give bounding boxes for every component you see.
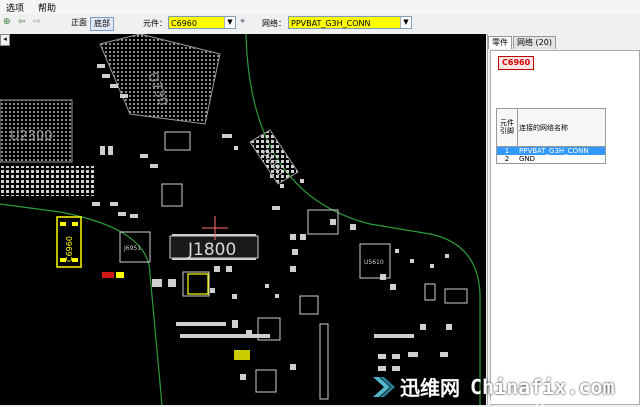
component-value: C6960 (171, 19, 197, 28)
pad-strip (180, 334, 270, 338)
label-j1800: J1800 (187, 240, 236, 260)
menu-bar: 选项 帮助 (0, 0, 640, 14)
bottom-side-button[interactable]: 底部 (90, 17, 114, 31)
tab-nets[interactable]: 网络 (20) (513, 36, 556, 49)
board-view: U2300 J1800 C6960 J6951 U5610 U3000 D730 (0, 34, 481, 405)
net-combo[interactable]: PPVBAT_G3H_CONN ▼ (288, 16, 412, 29)
pin-table-header: 元件引脚 连接的网络名称 (497, 109, 605, 147)
back-arrow-icon[interactable]: ⇦ (18, 17, 26, 27)
menu-help[interactable]: 帮助 (38, 1, 56, 14)
net-name: GND (519, 155, 536, 163)
pin-number: 2 (504, 155, 510, 163)
pin-number: 1 (504, 147, 510, 155)
component-combo[interactable]: C6960 ▼ (168, 16, 236, 29)
toolbar: ⊕ ⇦ ⇨ 正面 底部 元件： C6960 ▼ ⌖ 网络： PPVBAT_G3H… (0, 14, 640, 35)
zoom-fit-icon[interactable]: ⊕ (3, 17, 11, 27)
chevron-down-icon[interactable]: ▼ (400, 17, 411, 28)
label-u5610: U5610 (364, 259, 384, 266)
bga-pads (0, 166, 95, 196)
label-u2300: U2300 (10, 129, 53, 144)
highlighted-net-part-2[interactable] (234, 350, 250, 360)
parts-page: C6960 元件引脚 连接的网络名称 1 PPVBAT_G3H_CONN 2 G… (490, 50, 640, 405)
connector-vertical[interactable] (319, 323, 329, 400)
label-j6951: J6951 (123, 245, 141, 252)
watermark: 迅维网 Chinafix.com www.bjjdwx.com (370, 368, 640, 407)
yellow-marker (116, 272, 124, 278)
forward-arrow-icon[interactable]: ⇨ (33, 17, 41, 27)
table-row[interactable]: 2 GND (497, 155, 605, 163)
locate-icon[interactable]: ⌖ (240, 17, 245, 27)
canvas-scroll-tab[interactable]: ◂ (0, 34, 10, 46)
chevron-down-icon[interactable]: ▼ (224, 17, 235, 28)
menu-options[interactable]: 选项 (6, 1, 24, 14)
pad-strip-3 (374, 334, 414, 338)
col-pin-header: 元件引脚 (500, 119, 514, 135)
component-label: 元件： (143, 19, 167, 28)
table-row[interactable]: 1 PPVBAT_G3H_CONN (497, 147, 605, 155)
properties-panel: 零件 网络 (20) C6960 元件引脚 连接的网络名称 1 PPVBAT_G… (487, 34, 640, 405)
col-net-header: 连接的网络名称 (519, 124, 568, 132)
panel-tabs: 零件 网络 (20) (488, 36, 557, 50)
component-badge: C6960 (498, 56, 535, 70)
board-outline-right (245, 34, 481, 405)
tab-parts[interactable]: 零件 (488, 36, 512, 49)
column-divider (517, 109, 518, 146)
net-label: 网络： (262, 19, 286, 28)
label-c6960: C6960 (65, 236, 74, 262)
pad-strip-2 (176, 322, 226, 326)
pin-table: 元件引脚 连接的网络名称 1 PPVBAT_G3H_CONN 2 GND (496, 108, 606, 164)
net-name: PPVBAT_G3H_CONN (519, 147, 589, 155)
pcb-canvas[interactable]: U2300 J1800 C6960 J6951 U5610 U3000 D730 (0, 34, 486, 405)
net-value: PPVBAT_G3H_CONN (291, 19, 371, 28)
watermark-cn: 迅维网 (400, 376, 460, 400)
red-marker (102, 272, 114, 278)
front-side-button[interactable]: 正面 (68, 17, 90, 29)
highlighted-net-part[interactable] (187, 273, 209, 295)
chinafix-logo-icon (370, 374, 396, 400)
